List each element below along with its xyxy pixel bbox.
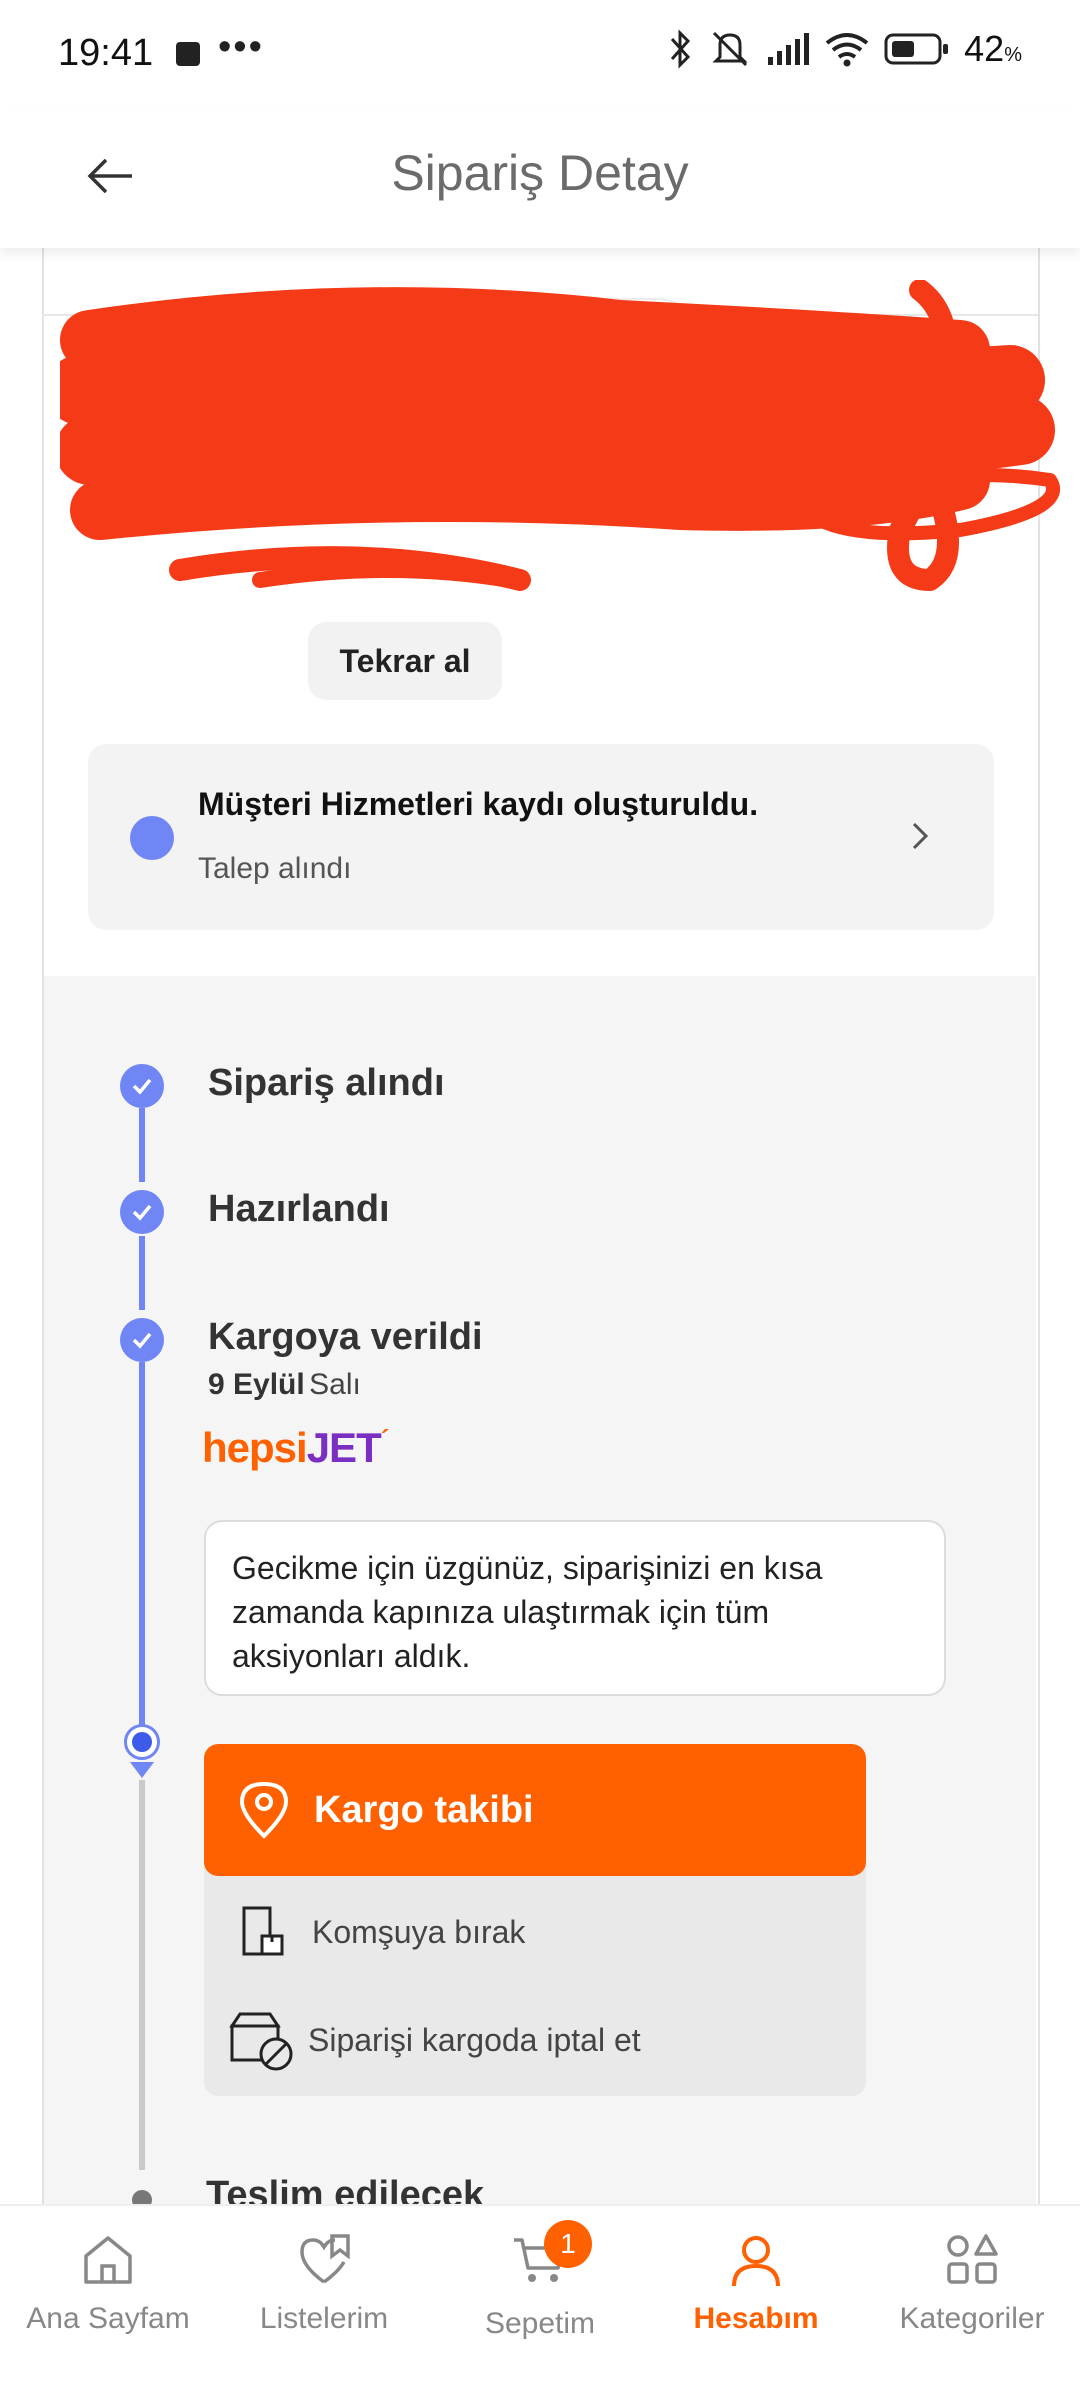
shipment-date: 9 Eylül Salı: [208, 1368, 361, 1402]
shipment-date-day: 9 Eylül: [208, 1368, 305, 1401]
nav-item-categories[interactable]: Kategoriler: [864, 2232, 1080, 2336]
delay-message: Gecikme için üzgünüz, siparişinizi en kı…: [204, 1520, 946, 1696]
signal-icon: [768, 33, 810, 65]
check-icon: [120, 1064, 164, 1108]
page-title: Sipariş Detay: [391, 145, 689, 201]
location-pin-icon: [239, 1781, 289, 1839]
notification-icon: [176, 42, 200, 66]
status-time: 19:41: [58, 32, 154, 74]
nav-label: Hesabım: [693, 2302, 819, 2335]
user-icon: [732, 2236, 780, 2287]
nav-label: Sepetim: [484, 2307, 596, 2340]
categories-icon: [947, 2234, 998, 2284]
nav-item-home[interactable]: Ana Sayfam: [0, 2232, 216, 2336]
carrier-logo: hepsiJET´: [202, 1424, 390, 1472]
nav-label: Kategoriler: [899, 2302, 1045, 2335]
cart-count-badge: 1: [544, 2220, 592, 2268]
battery-icon: [884, 33, 949, 65]
repurchase-button[interactable]: Tekrar al: [308, 622, 502, 700]
carrier-logo-mark: ´: [380, 1424, 390, 1454]
timeline-connector-pending: [139, 1780, 145, 2170]
battery-percent: 42: [964, 28, 1005, 69]
carrier-logo-part: hepsi: [202, 1424, 308, 1471]
check-icon: [120, 1318, 164, 1362]
timeline-connector: [139, 1108, 145, 1182]
nav-label: Listelerim: [259, 2302, 389, 2335]
bluetooth-icon: [671, 29, 691, 69]
cargo-tracking-label: Kargo takibi: [314, 1788, 534, 1831]
nav-item-cart[interactable]: 1 Sepetim: [432, 2220, 648, 2341]
cargo-tracking-button[interactable]: Kargo takibi: [204, 1744, 866, 1876]
leave-with-neighbor-button[interactable]: Komşuya bırak: [204, 1882, 866, 1982]
timeline-connector: [139, 1236, 145, 1310]
current-position-pointer: [130, 1762, 154, 1778]
cancel-in-cargo-button[interactable]: Siparişi kargoda iptal et: [204, 1990, 866, 2090]
cs-record-title: Müşteri Hizmetleri kaydı oluşturuldu.: [198, 786, 759, 822]
cs-record-subtitle: Talep alındı: [198, 852, 352, 885]
timeline-step-label: Hazırlandı: [208, 1188, 390, 1230]
bottom-navigation: Ana Sayfam Listelerim 1 Sepetim Hesabım …: [0, 2204, 1080, 2402]
status-dot: [130, 816, 174, 860]
nav-item-account[interactable]: Hesabım: [648, 2232, 864, 2336]
timeline-step-label: Sipariş alındı: [208, 1062, 445, 1104]
redaction-scribble: [60, 280, 1060, 591]
mute-icon: [712, 31, 748, 67]
cancel-package-icon: [229, 2012, 293, 2071]
current-position-marker: [124, 1724, 160, 1760]
back-arrow-icon[interactable]: [82, 144, 146, 208]
nav-item-lists[interactable]: Listelerim: [216, 2232, 432, 2336]
heart-list-icon: [300, 2234, 350, 2284]
battery-unit: %: [1004, 44, 1022, 66]
status-bar: 19:41 ••• 42%: [0, 0, 1080, 108]
more-notifications-icon: •••: [218, 26, 264, 68]
check-icon: [120, 1190, 164, 1234]
cancel-in-cargo-label: Siparişi kargoda iptal et: [308, 2021, 641, 2058]
nav-label: Ana Sayfam: [26, 2302, 190, 2335]
timeline-connector: [139, 1362, 145, 1728]
customer-service-record[interactable]: Müşteri Hizmetleri kaydı oluşturuldu. Ta…: [88, 744, 994, 930]
leave-with-neighbor-label: Komşuya bırak: [312, 1913, 526, 1950]
shipment-date-weekday: Salı: [309, 1368, 361, 1401]
chevron-right-icon: [912, 822, 929, 850]
timeline-step-label: Kargoya verildi: [208, 1316, 483, 1358]
wifi-icon: [825, 33, 869, 67]
home-icon: [84, 2236, 132, 2284]
battery-level: 42%: [964, 28, 1022, 70]
status-icons: 42%: [668, 28, 1022, 70]
carrier-logo-part: JET: [306, 1424, 382, 1471]
shipment-actions: Kargo takibi Komşuya bırak Siparişi karg…: [204, 1744, 866, 2096]
door-package-icon: [242, 1906, 284, 1956]
app-header: Sipariş Detay: [0, 108, 1080, 248]
